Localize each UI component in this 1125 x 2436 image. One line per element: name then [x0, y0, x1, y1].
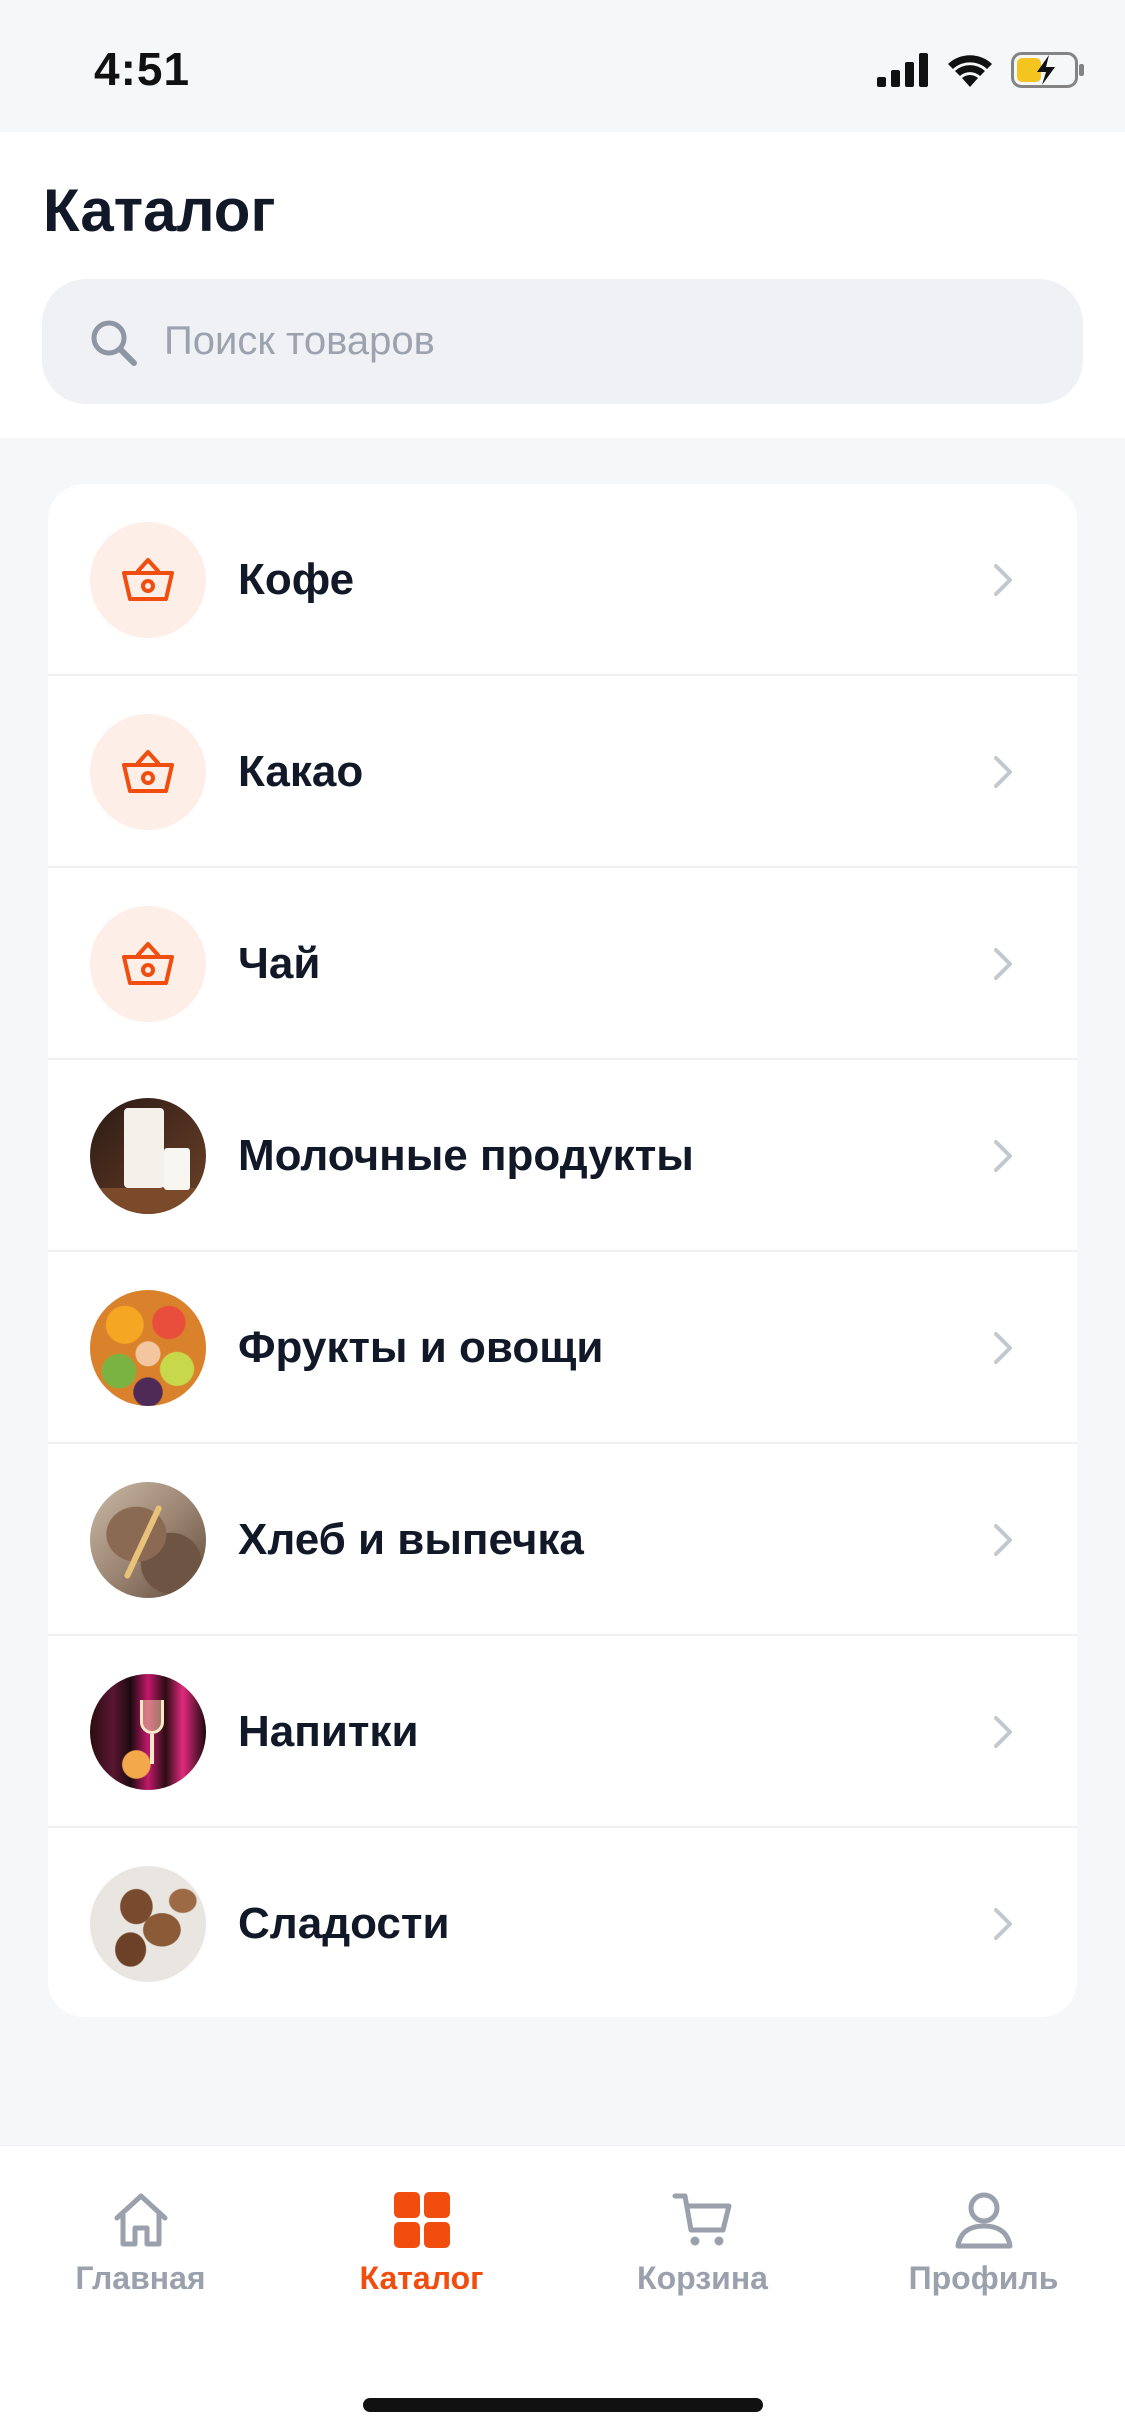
category-label: Фрукты и овощи	[238, 1323, 604, 1372]
basket-icon	[122, 942, 174, 985]
chevron-right-icon	[994, 1908, 1012, 1940]
fruit-photo	[90, 1290, 206, 1406]
page-title: Каталог	[43, 177, 276, 244]
category-list: Кофе Какао Чай Молочные продукты Фрукты …	[48, 484, 1077, 2017]
header: Каталог	[0, 132, 1125, 438]
dairy-photo	[90, 1098, 206, 1214]
chevron-right-icon	[994, 564, 1012, 596]
drinks-photo	[90, 1674, 206, 1790]
chevron-right-icon	[994, 1140, 1012, 1172]
user-icon	[955, 2192, 1012, 2249]
category-thumb	[90, 522, 206, 638]
tab-label: Корзина	[637, 2260, 768, 2296]
category-item-tea[interactable]: Чай	[48, 868, 1077, 1060]
status-icons	[877, 48, 1085, 92]
tab-label: Профиль	[908, 2260, 1059, 2296]
chevron-right-icon	[994, 1716, 1012, 1748]
category-label: Кофе	[238, 555, 355, 604]
chevron-right-icon	[994, 948, 1012, 980]
tab-home[interactable]: Главная	[0, 2146, 281, 2326]
category-item-coffee[interactable]: Кофе	[48, 484, 1077, 676]
chevron-right-icon	[994, 1332, 1012, 1364]
tab-bar: Главная Каталог Корзина Профиль	[0, 2145, 1125, 2436]
category-label: Молочные продукты	[238, 1131, 694, 1180]
category-thumb	[90, 906, 206, 1022]
bread-photo	[90, 1482, 206, 1598]
cart-icon	[672, 2193, 731, 2246]
tab-label: Каталог	[359, 2260, 484, 2296]
tab-profile[interactable]: Профиль	[843, 2146, 1124, 2326]
search-input[interactable]	[164, 279, 1044, 404]
home-indicator[interactable]	[363, 2398, 763, 2412]
home-icon	[114, 2193, 167, 2247]
category-item-cocoa[interactable]: Какао	[48, 676, 1077, 868]
category-item-dairy[interactable]: Молочные продукты	[48, 1060, 1077, 1252]
wifi-icon	[948, 55, 992, 87]
search-icon	[91, 320, 137, 366]
category-item-drinks[interactable]: Напитки	[48, 1636, 1077, 1828]
chevron-right-icon	[994, 756, 1012, 788]
status-time: 4:51	[94, 43, 191, 95]
sweets-photo	[90, 1866, 206, 1982]
tab-cart[interactable]: Корзина	[562, 2146, 843, 2326]
category-item-bread[interactable]: Хлеб и выпечка	[48, 1444, 1077, 1636]
category-label: Чай	[238, 939, 321, 988]
basket-icon	[122, 750, 174, 793]
category-label: Напитки	[238, 1707, 419, 1756]
signal-icon	[877, 53, 928, 87]
category-item-fruits[interactable]: Фрукты и овощи	[48, 1252, 1077, 1444]
category-label: Какао	[238, 747, 364, 796]
category-item-sweets[interactable]: Сладости	[48, 1828, 1077, 2017]
chevron-right-icon	[994, 1524, 1012, 1556]
search-box[interactable]	[42, 279, 1083, 404]
tab-label: Главная	[75, 2260, 206, 2296]
tab-catalog[interactable]: Каталог	[281, 2146, 562, 2326]
grid-icon	[393, 2192, 450, 2248]
category-label: Хлеб и выпечка	[238, 1515, 584, 1564]
battery-charging-icon	[1011, 52, 1084, 88]
status-bar: 4:51	[0, 0, 1125, 132]
basket-icon	[122, 558, 174, 601]
category-label: Сладости	[238, 1899, 450, 1948]
category-thumb	[90, 714, 206, 830]
